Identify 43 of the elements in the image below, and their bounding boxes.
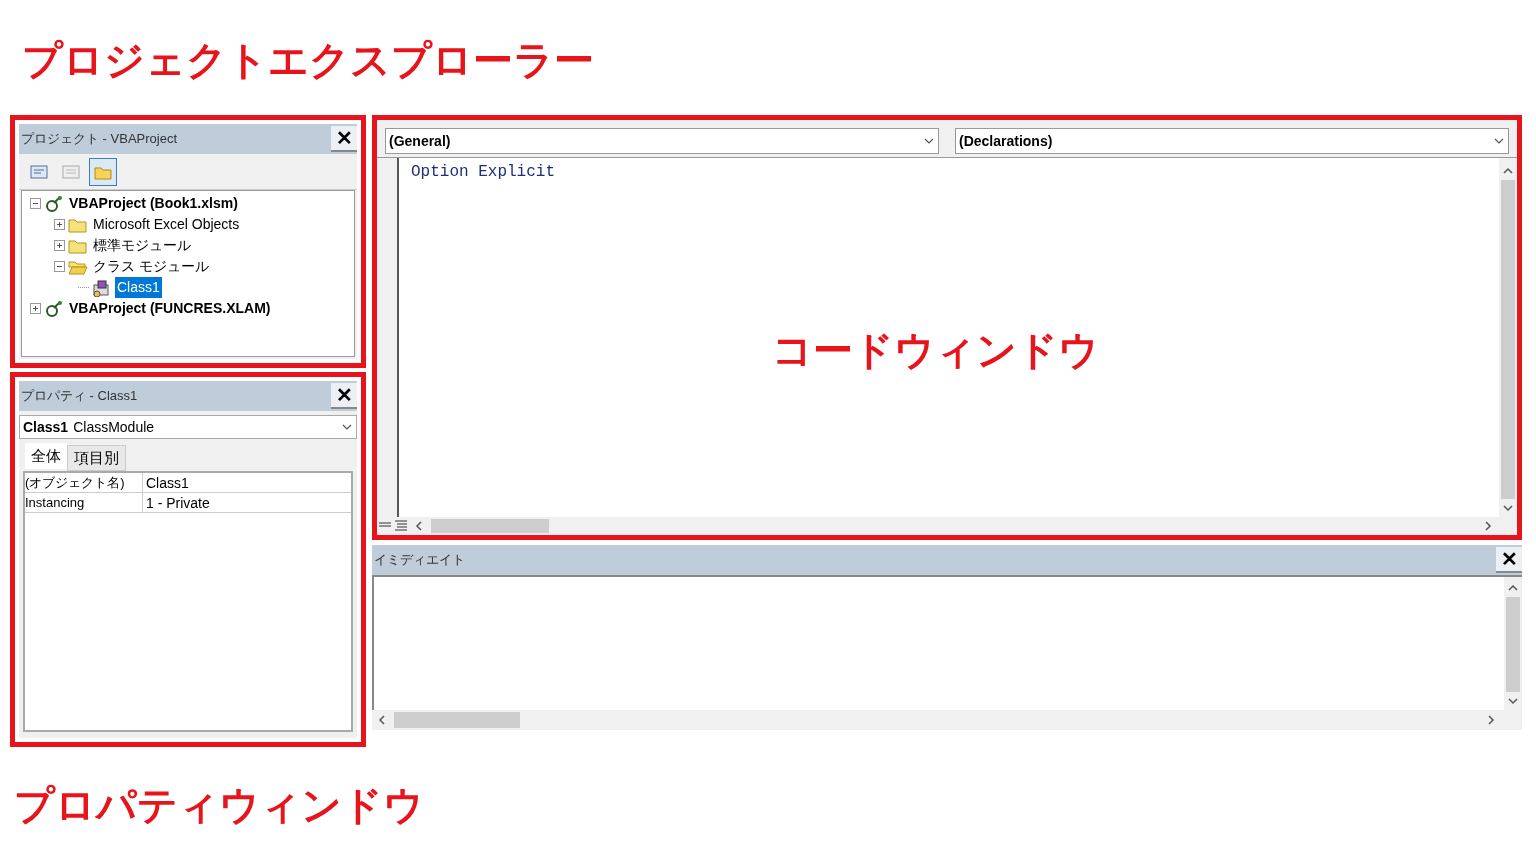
tree-item[interactable]: VBAProject (FUNCRES.XLAM) — [67, 298, 273, 319]
property-name: (オブジェクト名) — [25, 473, 143, 492]
tree-item[interactable]: VBAProject (Book1.xlsm) — [67, 193, 240, 214]
toolbar-button[interactable] — [89, 157, 117, 186]
tree-item[interactable]: Microsoft Excel Objects — [91, 214, 242, 235]
collapse-icon[interactable] — [30, 198, 41, 209]
dropdown-value: (General) — [389, 131, 451, 151]
object-dropdown[interactable]: Class1 ClassModule — [19, 415, 357, 439]
annotation-label: コードウィンドウ — [772, 330, 1099, 370]
tree-item[interactable]: Class1 — [115, 277, 162, 298]
panel-title: プロパティ - Class1 — [21, 387, 138, 406]
scroll-down-icon — [1503, 503, 1513, 513]
annotation-label: プロジェクトエクスプローラー — [21, 37, 594, 84]
class-module-icon — [92, 278, 112, 297]
expand-icon[interactable] — [30, 303, 41, 314]
property-value: 1 - Private — [145, 494, 211, 512]
tree-item[interactable]: 標準モジュール — [91, 235, 193, 256]
expand-icon[interactable] — [54, 219, 65, 230]
form-view-icon — [61, 162, 81, 181]
property-name: Instancing — [25, 493, 143, 512]
close-button[interactable]: ✕ — [1496, 547, 1522, 573]
object-type: ClassModule — [73, 417, 156, 437]
collapse-icon[interactable] — [54, 261, 65, 272]
code-line: Option Explicit — [411, 162, 557, 183]
tab[interactable]: 項目別 — [67, 445, 126, 471]
scroll-up-icon — [1503, 166, 1513, 176]
code-view-icon — [29, 162, 49, 181]
full-module-view-icon — [393, 519, 409, 533]
scroll-up-icon — [1508, 583, 1518, 593]
dropdown-value: (Declarations) — [959, 131, 1053, 151]
code-dropdown[interactable]: (Declarations) — [955, 128, 1509, 154]
annotation-label: プロパティウィンドウ — [13, 785, 424, 825]
object-name: Class1 — [23, 417, 69, 437]
code-dropdown[interactable]: (General) — [385, 128, 939, 154]
tab[interactable]: 全体 — [25, 443, 67, 469]
panel-title: プロジェクト - VBAProject — [21, 130, 178, 149]
tree-item[interactable]: クラス モジュール — [91, 256, 211, 277]
scroll-down-icon — [1508, 696, 1518, 706]
close-button[interactable]: ✕ — [331, 126, 357, 152]
panel-title: イミディエイト — [374, 551, 465, 570]
expand-icon[interactable] — [54, 240, 65, 251]
close-button[interactable]: ✕ — [331, 383, 357, 409]
property-value: Class1 — [145, 474, 190, 492]
